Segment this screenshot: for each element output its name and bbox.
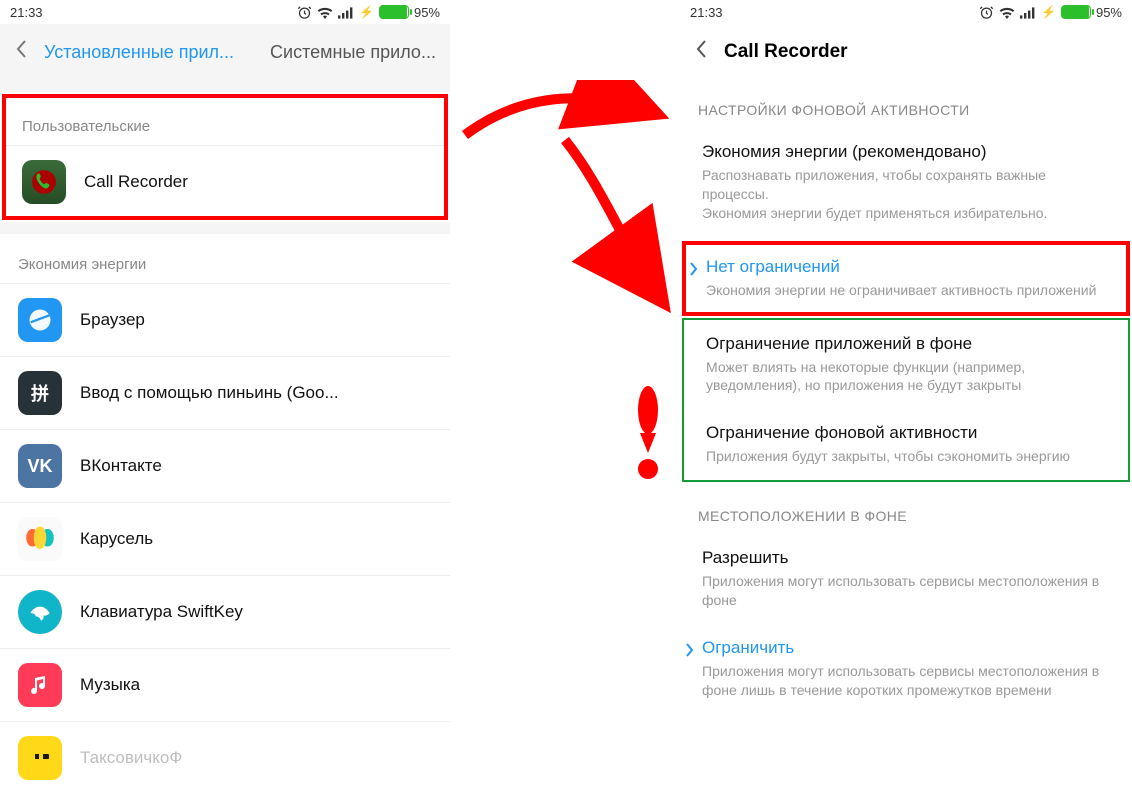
app-icon-vk: VK xyxy=(18,444,62,488)
section-user: Пользовательские xyxy=(4,96,446,145)
app-icon-pinyin: 拼 xyxy=(18,371,62,415)
selected-check-icon xyxy=(688,261,698,280)
app-label: ТаксовичкоФ xyxy=(80,748,182,768)
option-energy-saving[interactable]: Экономия энергии (рекомендовано) Распозн… xyxy=(680,128,1132,237)
status-right: ⚡ 95% xyxy=(979,4,1122,20)
status-bar: 21:33 ⚡ 95% xyxy=(680,0,1132,24)
tab-system[interactable]: Системные прило... xyxy=(270,42,436,63)
option-desc: Может влиять на некоторые функции (напри… xyxy=(706,358,1106,396)
option-title: Ограничение фоновой активности xyxy=(706,423,1106,443)
wifi-icon xyxy=(317,5,333,20)
selected-check-icon xyxy=(684,642,694,661)
option-no-restrictions[interactable]: Нет ограничений Экономия энергии не огра… xyxy=(684,243,1128,314)
charge-icon: ⚡ xyxy=(1041,5,1056,19)
option-restrict-background-activity[interactable]: Ограничение фоновой активности Приложени… xyxy=(684,409,1128,480)
tab-installed[interactable]: Установленные прил... xyxy=(44,42,234,63)
option-desc: Распознавать приложения, чтобы сохранять… xyxy=(702,166,1110,223)
app-row-music[interactable]: Музыка xyxy=(0,648,450,721)
app-icon-music xyxy=(18,663,62,707)
highlight-user-app: Пользовательские Call Recorder xyxy=(4,96,446,218)
app-row-browser[interactable]: Браузер xyxy=(0,283,450,356)
battery-icon xyxy=(379,5,409,19)
option-desc: Приложения могут использовать сервисы ме… xyxy=(702,662,1110,700)
alarm-icon xyxy=(297,4,312,20)
app-label: ВКонтакте xyxy=(80,456,162,476)
section-energy: Экономия энергии xyxy=(0,234,450,283)
app-row-vk[interactable]: VK ВКонтакте xyxy=(0,429,450,502)
screen-right: 21:33 ⚡ 95% Call Recorder НАСТРОЙКИ ФОНО… xyxy=(680,0,1132,714)
app-label: Музыка xyxy=(80,675,140,695)
screen-left: 21:33 ⚡ 95% Установленные прил... Систем… xyxy=(0,0,450,794)
back-icon[interactable] xyxy=(8,39,36,65)
option-desc: Экономия энергии не ограничивает активно… xyxy=(706,281,1106,300)
option-location-allow[interactable]: Разрешить Приложения могут использовать … xyxy=(680,534,1132,624)
back-icon[interactable] xyxy=(688,39,716,65)
app-row-swiftkey[interactable]: Клавиатура SwiftKey xyxy=(0,575,450,648)
app-icon-call-recorder xyxy=(22,160,66,204)
arrow-annotation-2 xyxy=(545,130,685,320)
option-desc: Приложения будут закрыты, чтобы сэкономи… xyxy=(706,447,1106,466)
option-title: Ограничение приложений в фоне xyxy=(706,334,1106,354)
exclamation-annotation xyxy=(628,385,668,485)
app-icon-taxi xyxy=(18,736,62,780)
page-title: Call Recorder xyxy=(724,41,848,63)
header: Call Recorder xyxy=(680,24,1132,80)
option-desc: Приложения могут использовать сервисы ме… xyxy=(702,572,1110,610)
wifi-icon xyxy=(999,5,1015,20)
section-location-bg: МЕСТОПОЛОЖЕНИИ В ФОНЕ xyxy=(680,486,1132,534)
header-tabs: Установленные прил... Системные прило... xyxy=(0,24,450,80)
app-label: Call Recorder xyxy=(84,172,188,192)
app-label: Браузер xyxy=(80,310,145,330)
app-label: Клавиатура SwiftKey xyxy=(80,602,243,622)
status-time: 21:33 xyxy=(690,5,723,20)
status-right: ⚡ 95% xyxy=(297,4,440,20)
section-bg-activity: НАСТРОЙКИ ФОНОВОЙ АКТИВНОСТИ xyxy=(680,80,1132,128)
status-bar: 21:33 ⚡ 95% xyxy=(0,0,450,24)
alarm-icon xyxy=(979,4,994,20)
option-title: Разрешить xyxy=(702,548,1110,568)
battery-percent: 95% xyxy=(414,5,440,20)
app-row-carousel[interactable]: Карусель xyxy=(0,502,450,575)
charge-icon: ⚡ xyxy=(359,5,374,19)
battery-icon xyxy=(1061,5,1091,19)
signal-icon xyxy=(1020,5,1036,20)
option-title: Экономия энергии (рекомендовано) xyxy=(702,142,1110,162)
app-row-call-recorder[interactable]: Call Recorder xyxy=(4,145,446,218)
app-row-pinyin[interactable]: 拼 Ввод с помощью пиньинь (Goo... xyxy=(0,356,450,429)
app-row-taxi[interactable]: ТаксовичкоФ xyxy=(0,721,450,794)
app-label: Карусель xyxy=(80,529,153,549)
highlight-restriction-options: Ограничение приложений в фоне Может влия… xyxy=(684,320,1128,481)
app-icon-browser xyxy=(18,298,62,342)
app-icon-swiftkey xyxy=(18,590,62,634)
battery-percent: 95% xyxy=(1096,5,1122,20)
status-time: 21:33 xyxy=(10,5,43,20)
option-location-restrict[interactable]: Ограничить Приложения могут использовать… xyxy=(680,624,1132,714)
app-icon-carousel xyxy=(18,517,62,561)
arrow-annotation-1 xyxy=(455,80,675,160)
option-title: Ограничить xyxy=(702,638,1110,658)
signal-icon xyxy=(338,5,354,20)
option-title: Нет ограничений xyxy=(706,257,1106,277)
app-label: Ввод с помощью пиньинь (Goo... xyxy=(80,383,339,403)
option-restrict-background-apps[interactable]: Ограничение приложений в фоне Может влия… xyxy=(684,320,1128,410)
